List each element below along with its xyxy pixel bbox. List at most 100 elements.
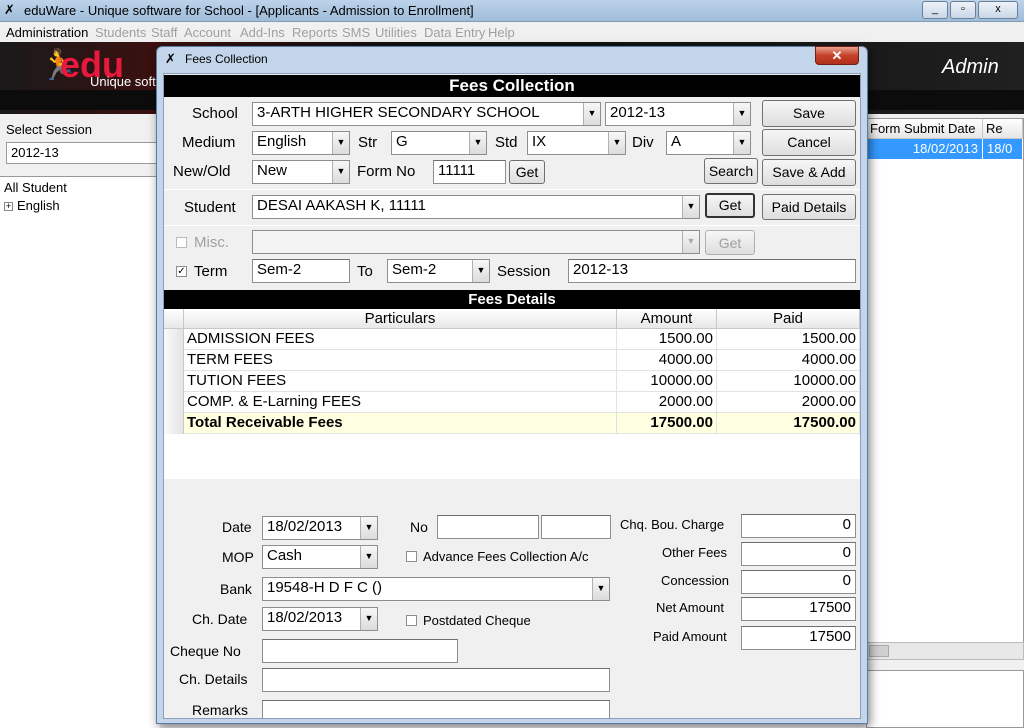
div-select[interactable]: A ▼ bbox=[666, 131, 751, 155]
misc-select[interactable]: ▼ bbox=[252, 230, 700, 254]
bank-select[interactable]: 19548-H D F C () ▼ bbox=[262, 577, 610, 601]
chevron-down-icon[interactable]: ▼ bbox=[583, 103, 600, 125]
medium-select[interactable]: English ▼ bbox=[252, 131, 350, 155]
str-select[interactable]: G ▼ bbox=[391, 131, 487, 155]
mop-select[interactable]: Cash ▼ bbox=[262, 545, 378, 569]
column-header-re[interactable]: Re bbox=[983, 119, 1023, 139]
column-header-paid[interactable]: Paid bbox=[717, 309, 860, 329]
bottom-panel bbox=[866, 670, 1024, 728]
search-button[interactable]: Search bbox=[704, 158, 758, 184]
chevron-down-icon[interactable]: ▼ bbox=[592, 578, 609, 600]
school-select[interactable]: 3-ARTH HIGHER SECONDARY SCHOOL ▼ bbox=[252, 102, 601, 126]
chq-bou-charge-input[interactable]: 0 bbox=[741, 514, 856, 538]
menu-add-ins[interactable]: Add-Ins bbox=[240, 25, 285, 40]
menu-data-entry[interactable]: Data Entry bbox=[424, 25, 485, 40]
advance-fees-checkbox[interactable] bbox=[406, 551, 417, 562]
minimize-button[interactable]: _ bbox=[922, 1, 948, 19]
misc-checkbox[interactable] bbox=[176, 237, 187, 248]
scrollbar-thumb[interactable] bbox=[869, 645, 889, 657]
no-input[interactable] bbox=[437, 515, 539, 539]
chevron-down-icon[interactable]: ▼ bbox=[472, 260, 489, 282]
restore-button[interactable]: ▫ bbox=[950, 1, 976, 19]
cell-paid[interactable]: 2000.00 bbox=[717, 392, 860, 413]
row-selector[interactable] bbox=[164, 371, 184, 392]
other-fees-input[interactable]: 0 bbox=[741, 542, 856, 566]
chevron-down-icon[interactable]: ▼ bbox=[733, 132, 750, 154]
table-row[interactable]: ADMISSION FEES 1500.00 1500.00 bbox=[164, 329, 860, 350]
column-header-particulars[interactable]: Particulars bbox=[184, 309, 617, 329]
menu-reports[interactable]: Reports bbox=[292, 25, 338, 40]
menu-account[interactable]: Account bbox=[184, 25, 231, 40]
applicants-grid: Form Submit Date Re 18/02/2013 18/0 bbox=[866, 118, 1024, 648]
date-picker[interactable]: 18/02/2013 ▼ bbox=[262, 516, 378, 540]
chevron-down-icon[interactable]: ▼ bbox=[733, 103, 750, 125]
chevron-down-icon[interactable]: ▼ bbox=[469, 132, 486, 154]
row-selector[interactable] bbox=[164, 350, 184, 371]
term-to-select[interactable]: Sem-2 ▼ bbox=[387, 259, 490, 283]
cheque-no-input[interactable] bbox=[262, 639, 458, 663]
ch-date-picker[interactable]: 18/02/2013 ▼ bbox=[262, 607, 378, 631]
std-select[interactable]: IX ▼ bbox=[527, 131, 626, 155]
postdated-cheque-checkbox[interactable] bbox=[406, 615, 417, 626]
net-amount-label: Net Amount bbox=[656, 600, 724, 615]
menu-students[interactable]: Students bbox=[95, 25, 146, 40]
concession-input[interactable]: 0 bbox=[741, 570, 856, 594]
ch-date-value: 18/02/2013 bbox=[267, 609, 343, 626]
horizontal-scrollbar[interactable] bbox=[866, 642, 1024, 660]
row-selector[interactable] bbox=[164, 329, 184, 350]
tree-node-english[interactable]: + English bbox=[4, 198, 60, 213]
cancel-button[interactable]: Cancel bbox=[762, 129, 856, 156]
dialog-close-button[interactable]: ✕ bbox=[815, 46, 859, 65]
table-row-total: Total Receivable Fees 17500.00 17500.00 bbox=[164, 413, 860, 434]
table-row[interactable]: TUTION FEES 10000.00 10000.00 bbox=[164, 371, 860, 392]
get-misc-button[interactable]: Get bbox=[705, 230, 755, 255]
menu-help[interactable]: Help bbox=[488, 25, 515, 40]
year-select[interactable]: 2012-13 ▼ bbox=[605, 102, 751, 126]
save-button[interactable]: Save bbox=[762, 100, 856, 127]
remarks-input[interactable] bbox=[262, 700, 610, 718]
chevron-down-icon[interactable]: ▼ bbox=[360, 546, 377, 568]
no-input-2[interactable] bbox=[541, 515, 611, 539]
cell-paid[interactable]: 4000.00 bbox=[717, 350, 860, 371]
expand-icon[interactable]: + bbox=[4, 202, 13, 212]
chevron-down-icon[interactable]: ▼ bbox=[332, 161, 349, 183]
column-header-amount[interactable]: Amount bbox=[617, 309, 717, 329]
remarks-label: Remarks bbox=[192, 702, 249, 718]
grid-cell-submit-date[interactable]: 18/02/2013 bbox=[867, 139, 983, 159]
get-form-button[interactable]: Get bbox=[509, 160, 545, 184]
save-and-add-button[interactable]: Save & Add bbox=[762, 159, 856, 186]
paid-amount-input[interactable]: 17500 bbox=[741, 626, 856, 650]
new-old-select[interactable]: New ▼ bbox=[252, 160, 350, 184]
chevron-down-icon[interactable]: ▼ bbox=[360, 517, 377, 539]
column-header-form-submit-date[interactable]: Form Submit Date bbox=[867, 119, 983, 139]
menu-utilities[interactable]: Utilities bbox=[375, 25, 417, 40]
session-select[interactable]: 2012-13 bbox=[6, 142, 158, 164]
table-row[interactable]: TERM FEES 4000.00 4000.00 bbox=[164, 350, 860, 371]
chevron-down-icon[interactable]: ▼ bbox=[360, 608, 377, 630]
chevron-down-icon[interactable]: ▼ bbox=[682, 196, 699, 218]
tree-node-all-student[interactable]: All Student bbox=[4, 180, 67, 195]
menu-administration[interactable]: Administration bbox=[6, 25, 88, 40]
cell-paid[interactable]: 10000.00 bbox=[717, 371, 860, 392]
row-selector[interactable] bbox=[164, 392, 184, 413]
menu-staff[interactable]: Staff bbox=[151, 25, 178, 40]
get-student-button[interactable]: Get bbox=[705, 193, 755, 218]
window-title: eduWare - Unique software for School - [… bbox=[24, 3, 474, 18]
term-from-input[interactable]: Sem-2 bbox=[252, 259, 350, 283]
chevron-down-icon[interactable]: ▼ bbox=[332, 132, 349, 154]
chevron-down-icon[interactable]: ▼ bbox=[682, 231, 699, 253]
grid-cell-re[interactable]: 18/0 bbox=[983, 139, 1023, 159]
cell-paid[interactable]: 1500.00 bbox=[717, 329, 860, 350]
paid-details-button[interactable]: Paid Details bbox=[762, 194, 856, 220]
session-input[interactable]: 2012-13 bbox=[568, 259, 856, 283]
term-checkbox[interactable]: ✓ bbox=[176, 266, 187, 277]
menu-sms[interactable]: SMS bbox=[342, 25, 370, 40]
chevron-down-icon[interactable]: ▼ bbox=[608, 132, 625, 154]
row-selector[interactable] bbox=[164, 413, 184, 434]
close-button[interactable]: x bbox=[978, 1, 1018, 19]
ch-details-input[interactable] bbox=[262, 668, 610, 692]
table-row[interactable]: COMP. & E-Larning FEES 2000.00 2000.00 bbox=[164, 392, 860, 413]
term-to-value: Sem-2 bbox=[392, 261, 437, 278]
form-no-input[interactable]: 11111 bbox=[433, 160, 506, 184]
student-select[interactable]: DESAI AAKASH K, 11111 ▼ bbox=[252, 195, 700, 219]
